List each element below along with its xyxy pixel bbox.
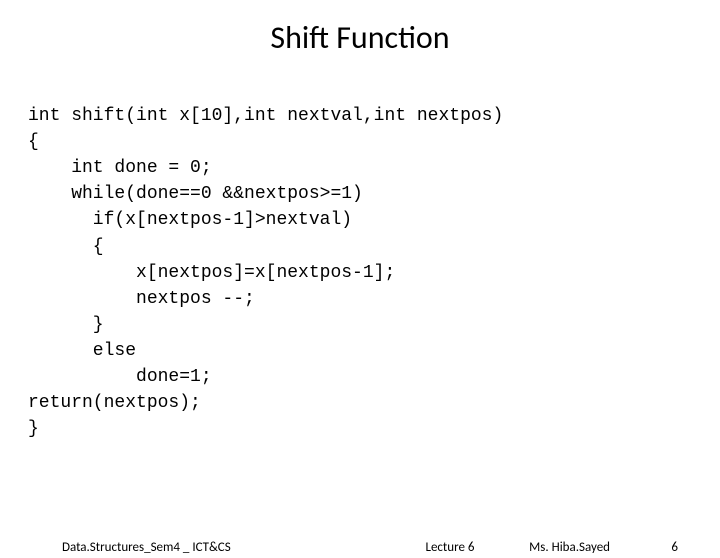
slide-number: 6: [671, 540, 678, 555]
code-line: }: [28, 419, 39, 439]
code-line: done=1;: [28, 367, 212, 387]
code-line: {: [28, 237, 104, 257]
slide-title: Shift Function: [0, 18, 720, 57]
code-line: int done = 0;: [28, 158, 212, 178]
code-line: if(x[nextpos-1]>nextval): [28, 210, 352, 230]
code-line: x[nextpos]=x[nextpos-1];: [28, 263, 395, 283]
code-line: }: [28, 315, 104, 335]
code-block: int shift(int x[10],int nextval,int next…: [0, 77, 720, 442]
footer-author: Ms. Hiba.Sayed: [529, 540, 610, 555]
code-line: int shift(int x[10],int nextval,int next…: [28, 106, 503, 126]
code-line: return(nextpos);: [28, 393, 201, 413]
code-line: nextpos --;: [28, 289, 255, 309]
code-line: else: [28, 341, 136, 361]
code-line: while(done==0 &&nextpos>=1): [28, 184, 363, 204]
code-line: {: [28, 132, 39, 152]
footer-center: Lecture 6: [0, 540, 720, 555]
